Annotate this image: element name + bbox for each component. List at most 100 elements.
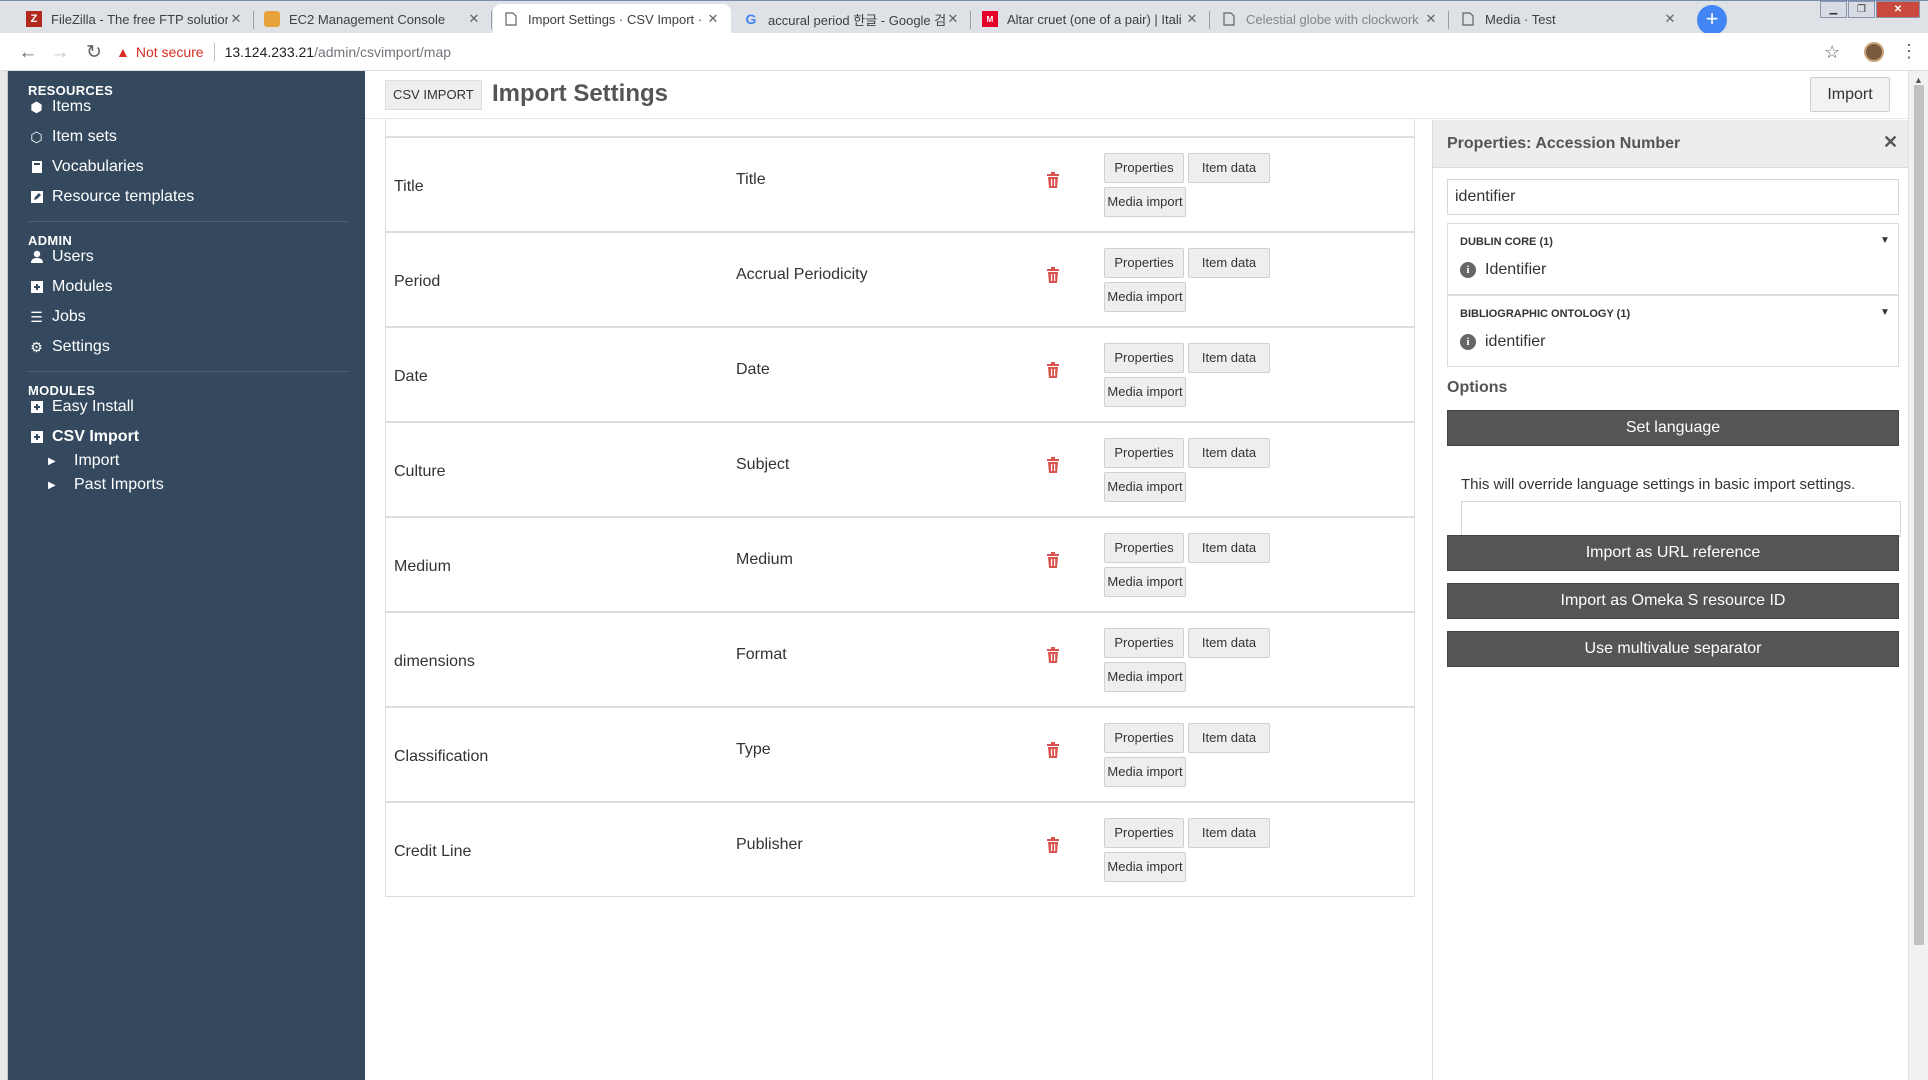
import-button[interactable]: Import: [1810, 77, 1890, 112]
restore-icon[interactable]: ❐: [1848, 1, 1875, 18]
language-input[interactable]: [1461, 501, 1901, 537]
profile-avatar[interactable]: [1864, 42, 1884, 62]
multivalue-separator-button[interactable]: Use multivalue separator: [1447, 631, 1899, 667]
table-row: Culture Subject Properties Item data Media i…: [385, 422, 1415, 517]
trash-icon[interactable]: [1046, 552, 1060, 568]
sidebar-item-resource-templates[interactable]: Resource templates: [28, 188, 194, 206]
trash-icon[interactable]: [1046, 837, 1060, 853]
csv-column-name: Title: [394, 178, 424, 195]
sidebar-item-users[interactable]: Users: [28, 248, 94, 266]
media-import-button[interactable]: Media import: [1104, 187, 1186, 217]
close-window-icon[interactable]: ✕: [1876, 1, 1920, 18]
properties-button[interactable]: Properties: [1104, 723, 1184, 753]
trash-icon[interactable]: [1046, 172, 1060, 188]
close-tab-icon[interactable]: ✕: [1184, 11, 1200, 27]
plus-square-icon: [28, 279, 45, 295]
properties-button[interactable]: Properties: [1104, 343, 1184, 373]
scrollbar-thumb[interactable]: [1914, 85, 1924, 945]
item-data-button[interactable]: Item data: [1188, 533, 1270, 563]
property-option-identifier[interactable]: i identifier: [1460, 333, 1545, 351]
bookmark-star-icon[interactable]: ☆: [1824, 42, 1840, 63]
trash-icon[interactable]: [1046, 267, 1060, 283]
security-label[interactable]: Not secure: [136, 44, 204, 60]
tab-import-settings[interactable]: Import Settings · CSV Import · t ✕: [493, 4, 731, 34]
mapped-property: Format: [736, 646, 787, 663]
pencil-square-icon: [28, 189, 45, 205]
vocabulary-label: BIBLIOGRAPHIC ONTOLOGY (1): [1460, 308, 1631, 320]
user-icon: [28, 249, 45, 265]
close-tab-icon[interactable]: ✕: [945, 11, 961, 27]
trash-icon[interactable]: [1046, 457, 1060, 473]
media-import-button[interactable]: Media import: [1104, 282, 1186, 312]
close-tab-icon[interactable]: ✕: [466, 11, 482, 27]
vocabulary-dublin-core[interactable]: DUBLIN CORE (1) ▼ i Identifier: [1447, 223, 1899, 295]
trash-icon[interactable]: [1046, 362, 1060, 378]
reload-icon[interactable]: ↻: [80, 39, 108, 67]
forward-icon[interactable]: →: [46, 39, 74, 67]
sidebar-item-item-sets[interactable]: ⬡ Item sets: [28, 128, 117, 146]
close-tab-icon[interactable]: ✕: [1662, 11, 1678, 27]
sidebar-item-jobs[interactable]: ☰ Jobs: [28, 308, 86, 326]
sidebar-item-modules[interactable]: Modules: [28, 278, 112, 296]
item-data-button[interactable]: Item data: [1188, 343, 1270, 373]
properties-button[interactable]: Properties: [1104, 818, 1184, 848]
info-icon[interactable]: i: [1460, 334, 1476, 350]
sidebar-subitem-label: Import: [74, 452, 120, 469]
tab-title: EC2 Management Console: [289, 11, 446, 27]
properties-button[interactable]: Properties: [1104, 438, 1184, 468]
tab-ec2[interactable]: EC2 Management Console ✕: [254, 4, 492, 34]
new-tab-button[interactable]: +: [1697, 5, 1727, 35]
close-tab-icon[interactable]: ✕: [705, 11, 721, 27]
trash-icon[interactable]: [1046, 647, 1060, 663]
address-bar[interactable]: ▲ Not secure 13.124.233.21 /admin/csvimp…: [116, 37, 1816, 67]
caret-down-icon[interactable]: ▼: [1880, 235, 1890, 246]
breadcrumb[interactable]: CSV IMPORT: [385, 80, 482, 110]
property-search-input[interactable]: [1447, 179, 1899, 215]
back-icon[interactable]: ←: [14, 39, 42, 67]
sidebar-subitem-import[interactable]: ▶ Import: [48, 452, 119, 470]
properties-button[interactable]: Properties: [1104, 628, 1184, 658]
menu-dots-icon[interactable]: ⋮: [1900, 41, 1918, 62]
resource-id-button[interactable]: Import as Omeka S resource ID: [1447, 583, 1899, 619]
trash-icon[interactable]: [1046, 742, 1060, 758]
sidebar-subitem-past-imports[interactable]: ▶ Past Imports: [48, 476, 164, 494]
properties-button[interactable]: Properties: [1104, 248, 1184, 278]
tab-google[interactable]: G accural period 한글 - Google 검 ✕: [733, 4, 971, 34]
media-import-button[interactable]: Media import: [1104, 852, 1186, 882]
info-icon[interactable]: i: [1460, 262, 1476, 278]
close-tab-icon[interactable]: ✕: [1423, 11, 1439, 27]
scroll-up-icon[interactable]: ▲: [1914, 75, 1923, 85]
item-data-button[interactable]: Item data: [1188, 248, 1270, 278]
media-import-button[interactable]: Media import: [1104, 567, 1186, 597]
vocabulary-bibo[interactable]: BIBLIOGRAPHIC ONTOLOGY (1) ▼ i identifie…: [1447, 295, 1899, 367]
properties-button[interactable]: Properties: [1104, 533, 1184, 563]
sidebar-item-easy-install[interactable]: Easy Install: [28, 398, 134, 416]
tab-filezilla[interactable]: Z FileZilla - The free FTP solution ✕: [16, 4, 254, 34]
properties-button[interactable]: Properties: [1104, 153, 1184, 183]
sidebar-item-csv-import[interactable]: CSV Import: [28, 428, 139, 446]
media-import-button[interactable]: Media import: [1104, 757, 1186, 787]
item-data-button[interactable]: Item data: [1188, 723, 1270, 753]
set-language-button[interactable]: Set language: [1447, 410, 1899, 446]
minimize-icon[interactable]: ▁: [1820, 1, 1847, 18]
item-data-button[interactable]: Item data: [1188, 153, 1270, 183]
item-data-button[interactable]: Item data: [1188, 628, 1270, 658]
tab-met[interactable]: M Altar cruet (one of a pair) | Itali ✕: [972, 4, 1210, 34]
url-reference-button[interactable]: Import as URL reference: [1447, 535, 1899, 571]
media-import-button[interactable]: Media import: [1104, 377, 1186, 407]
close-tab-icon[interactable]: ✕: [228, 11, 244, 27]
sidebar-item-settings[interactable]: ⚙ Settings: [28, 338, 110, 356]
sidebar-item-items[interactable]: ⬢ Items: [28, 98, 91, 116]
item-data-button[interactable]: Item data: [1188, 438, 1270, 468]
tab-media[interactable]: Media · Test ✕: [1450, 4, 1688, 34]
media-import-button[interactable]: Media import: [1104, 662, 1186, 692]
caret-down-icon[interactable]: ▼: [1880, 307, 1890, 318]
property-option-identifier[interactable]: i Identifier: [1460, 261, 1546, 279]
tab-celestial-globe[interactable]: Celestial globe with clockwork ✕: [1211, 4, 1449, 34]
close-icon[interactable]: ✕: [1883, 132, 1898, 153]
media-import-button[interactable]: Media import: [1104, 472, 1186, 502]
item-data-button[interactable]: Item data: [1188, 818, 1270, 848]
page-scrollbar[interactable]: ▲: [1908, 71, 1928, 1080]
panel-header: Properties: Accession Number ✕: [1433, 120, 1909, 168]
sidebar-item-vocabularies[interactable]: Vocabularies: [28, 158, 144, 176]
